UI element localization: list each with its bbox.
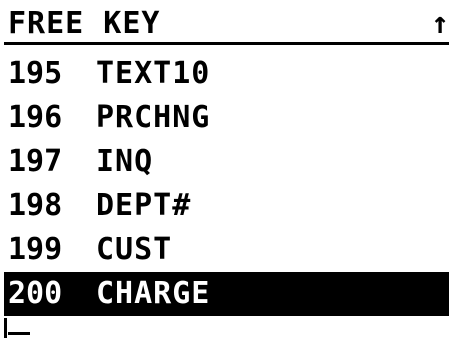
list-item[interactable]: 198 DEPT#	[4, 184, 449, 228]
list-item-label: DEPT#	[96, 188, 192, 223]
list-item-selected[interactable]: 200 CHARGE	[4, 272, 449, 316]
header-underline	[4, 42, 449, 45]
header: FREE KEY ↑	[4, 6, 449, 45]
text-cursor	[8, 332, 30, 335]
list-item[interactable]: 195 TEXT10	[4, 52, 449, 96]
list-item[interactable]: 196 PRCHNG	[4, 96, 449, 140]
list-item-label: PRCHNG	[96, 100, 211, 135]
list-item-label: INQ	[96, 144, 154, 179]
list-item-code: 199	[8, 232, 63, 267]
lcd-screen: FREE KEY ↑ 195 TEXT10 196 PRCHNG 197 INQ…	[0, 0, 455, 343]
list-item[interactable]: 197 INQ	[4, 140, 449, 184]
list-item-label: CUST	[96, 232, 173, 267]
list-item-code: 198	[8, 188, 63, 223]
list-item-code: 196	[8, 100, 63, 135]
free-key-list: 195 TEXT10 196 PRCHNG 197 INQ 198 DEPT# …	[4, 52, 449, 316]
list-item-label: TEXT10	[96, 56, 211, 91]
entry-left-rule	[4, 318, 7, 338]
list-item[interactable]: 199 CUST	[4, 228, 449, 272]
list-item-code: 200	[8, 276, 63, 311]
list-item-label: CHARGE	[96, 276, 211, 311]
entry-field[interactable]	[4, 318, 449, 338]
list-item-code: 197	[8, 144, 63, 179]
list-item-code: 195	[8, 56, 63, 91]
screen-title: FREE KEY	[8, 6, 161, 41]
scroll-up-arrow-icon[interactable]: ↑	[431, 6, 449, 42]
